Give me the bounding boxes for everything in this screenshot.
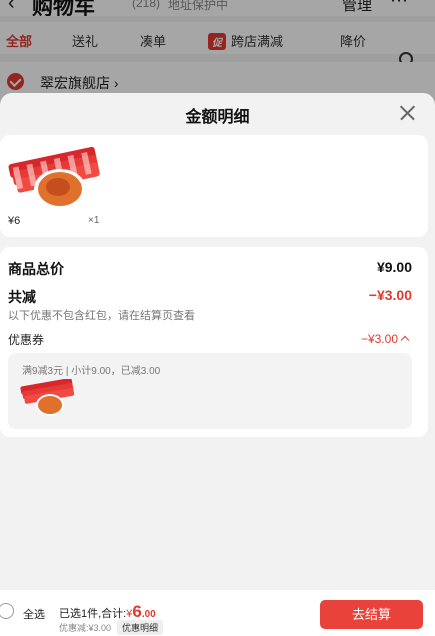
- total-discount-label: 共减: [8, 289, 36, 305]
- select-all-checkbox[interactable]: [0, 603, 14, 619]
- coupon-label: 优惠券: [8, 333, 45, 347]
- total-int: 6: [132, 602, 142, 621]
- price-breakdown-card: 商品总价 ¥9.00 共减 −¥3.00 以下优惠不包含红包，请在结算页查看 优…: [0, 247, 428, 437]
- sheet-title: 金额明细: [185, 109, 250, 126]
- product-quantity: ×1: [88, 215, 100, 226]
- selected-text: 已选1件,合计:: [59, 608, 127, 620]
- coupon-description: 满9减3元 | 小计9.00，已减3.00: [22, 366, 161, 377]
- close-icon[interactable]: [398, 104, 416, 122]
- coupon-value: −¥3.00: [360, 332, 398, 346]
- select-all-label[interactable]: 全选: [23, 606, 45, 622]
- chevron-up-icon: [400, 335, 410, 345]
- order-summary: 已选1件,合计:¥6.00: [59, 602, 156, 622]
- goods-total-value: ¥9.00: [376, 259, 412, 275]
- checkout-button[interactable]: 去结算: [320, 600, 423, 629]
- total-discount-value: −¥3.00: [368, 287, 412, 303]
- discount-detail-button[interactable]: 优惠明细: [117, 620, 164, 635]
- checkout-bar: 全选 已选1件,合计:¥6.00 优惠减:¥3.00 优惠明细 去结算: [0, 590, 435, 636]
- coupon-value-toggle[interactable]: −¥3.00: [360, 332, 410, 346]
- discount-line: 优惠减:¥3.00 优惠明细: [59, 620, 164, 635]
- product-card: ¥6 ×1: [0, 135, 428, 237]
- total-dec: .00: [141, 609, 156, 620]
- discount-text: 优惠减:¥3.00: [59, 623, 112, 633]
- coupon-detail-box: 满9减3元 | 小计9.00，已减3.00: [8, 353, 412, 429]
- coupon-product-image: [20, 379, 75, 416]
- product-price: ¥6: [8, 215, 21, 227]
- amount-detail-sheet: 金额明细 ¥6 ×1 商品总价 ¥9.00 共减 −¥3.00 以下优惠不包含红…: [0, 93, 435, 636]
- product-image: [8, 146, 100, 209]
- discount-note: 以下优惠不包含红包，请在结算页查看: [8, 310, 195, 322]
- goods-total-label: 商品总价: [8, 261, 64, 277]
